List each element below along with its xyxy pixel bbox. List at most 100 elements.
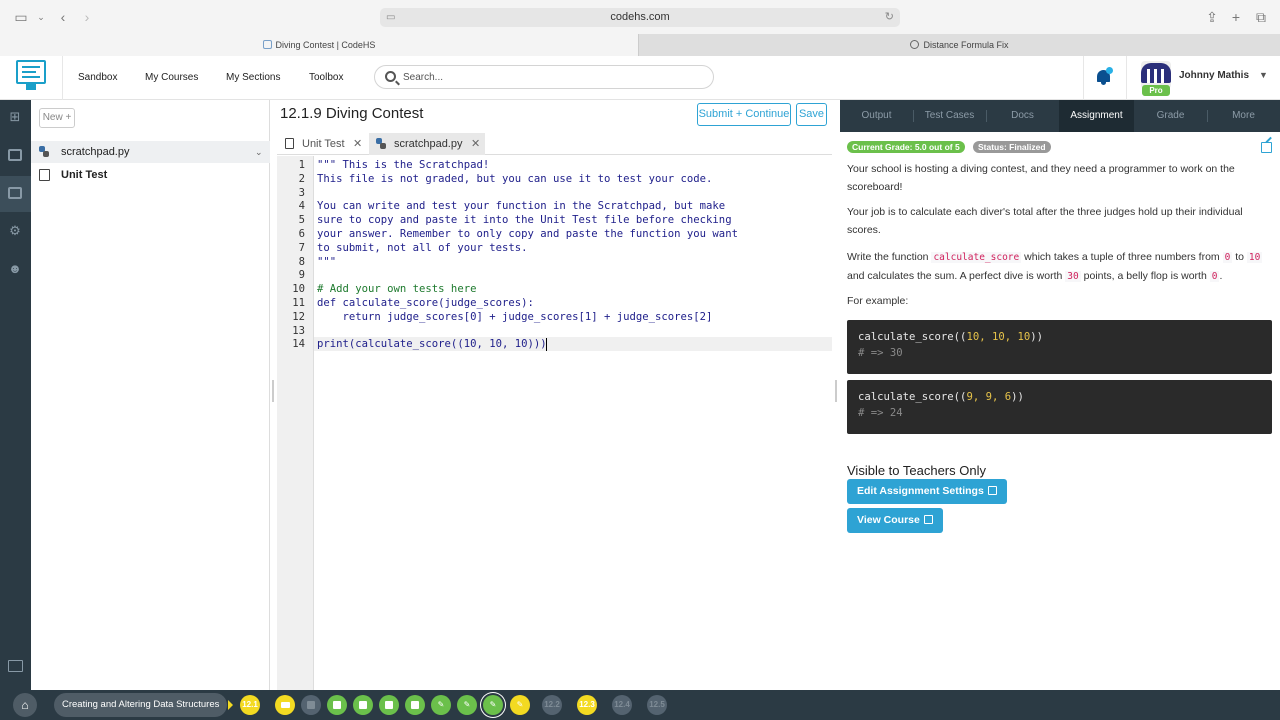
rail-settings[interactable]: ⚙ (0, 214, 31, 250)
browser-tab-distance-formula[interactable]: Distance Formula Fix (638, 34, 1280, 56)
line-number: 12 (292, 310, 305, 323)
resize-handle-left[interactable] (272, 380, 274, 402)
panel-toggle-icon[interactable] (8, 660, 23, 672)
pencil-item[interactable]: ✎ (510, 695, 530, 715)
code-line[interactable]: print(calculate_score((10, 10, 10))) (314, 337, 832, 352)
tab-test-cases[interactable]: Test Cases (913, 100, 986, 132)
exercise-item[interactable] (405, 695, 425, 715)
code-line[interactable]: # Add your own tests here (314, 282, 832, 296)
rail-calendar[interactable] (0, 138, 31, 174)
lesson-12-5[interactable]: 12.5 (647, 695, 667, 715)
file-item-scratchpad[interactable]: scratchpad.py ⌄ (31, 141, 270, 163)
current-pencil-item[interactable]: ✎ (483, 695, 503, 715)
assignment-paragraph-1: Your school is hosting a diving contest,… (847, 163, 1235, 193)
map-icon: ⊞ (9, 109, 21, 124)
pencil-item[interactable]: ✎ (457, 695, 477, 715)
avatar[interactable]: Pro (1140, 61, 1172, 96)
tab-docs[interactable]: Docs (986, 100, 1059, 132)
assignment-paragraph-3: Write the function calculate_score which… (847, 251, 1263, 282)
chevron-down-icon[interactable]: ⌄ (32, 8, 50, 26)
code-line[interactable]: def calculate_score(judge_scores): (314, 296, 832, 310)
rail-map[interactable]: ⊞ (0, 100, 31, 136)
close-icon[interactable]: ✕ (353, 133, 362, 155)
module-breadcrumb[interactable]: Creating and Altering Data Structures (54, 693, 228, 717)
code-line[interactable]: This file is not graded, but you can use… (314, 172, 832, 186)
browser-chrome: ▭ ⌄ ‹ › ▭ codehs.com ↻ ⇪ + ⧉ Diving Cont… (0, 0, 1280, 56)
nav-my-courses[interactable]: My Courses (145, 56, 198, 100)
code-line[interactable] (314, 324, 832, 338)
new-tab-icon[interactable]: + (1227, 8, 1245, 26)
forward-icon[interactable]: › (78, 8, 96, 26)
tab-unit-test[interactable]: Unit Test ✕ (277, 133, 369, 155)
sidebar-toggle-icon[interactable]: ▭ (12, 8, 30, 26)
page-title: 12.1.9 Diving Contest (280, 105, 424, 122)
tab-assignment[interactable]: Assignment (1059, 100, 1134, 132)
tab-more[interactable]: More (1207, 100, 1280, 132)
nav-sandbox[interactable]: Sandbox (78, 56, 117, 100)
external-link-icon[interactable] (1261, 142, 1272, 153)
external-link-icon (987, 486, 997, 495)
close-icon[interactable]: ✕ (471, 133, 480, 155)
line-number: 9 (298, 269, 305, 282)
video-item[interactable] (275, 695, 295, 715)
new-file-button[interactable]: New + (39, 108, 75, 128)
url-text: codehs.com (610, 11, 670, 23)
resize-handle-right[interactable] (835, 380, 837, 402)
file-item-unit-test[interactable]: Unit Test (31, 164, 270, 186)
code-line[interactable]: return judge_scores[0] + judge_scores[1]… (314, 310, 832, 324)
lesson-12-4[interactable]: 12.4 (612, 695, 632, 715)
panel-tabs: Output Test Cases Docs Assignment Grade … (840, 100, 1280, 132)
browser-tab-diving-contest[interactable]: Diving Contest | CodeHS (0, 34, 638, 56)
chevron-down-icon[interactable]: ⌄ (255, 141, 263, 163)
chevron-down-icon[interactable]: ▼ (1259, 70, 1268, 80)
exercise-item[interactable] (379, 695, 399, 715)
check-item[interactable] (301, 695, 321, 715)
lesson-12-2[interactable]: 12.2 (542, 695, 562, 715)
line-number: 4 (298, 200, 305, 213)
play-icon (228, 700, 233, 710)
save-button[interactable]: Save (796, 103, 827, 126)
rail-code[interactable] (0, 176, 31, 212)
notification-bell-icon[interactable] (1095, 67, 1113, 87)
submit-continue-button[interactable]: Submit + Continue (697, 103, 791, 126)
assignment-paragraph-2: Your job is to calculate each diver's to… (847, 206, 1243, 236)
reload-icon[interactable]: ↻ (885, 8, 894, 27)
share-icon[interactable]: ⇪ (1203, 8, 1221, 26)
pencil-item[interactable]: ✎ (431, 695, 451, 715)
line-number: 8 (298, 255, 305, 268)
code-editor[interactable]: """ This is the Scratchpad! This file is … (314, 156, 832, 690)
calendar-icon (8, 149, 22, 161)
nav-toolbox[interactable]: Toolbox (309, 56, 343, 100)
search-input[interactable] (403, 69, 703, 85)
exercise-item[interactable] (327, 695, 347, 715)
view-course-button[interactable]: View Course (847, 508, 943, 533)
document-icon (39, 169, 50, 181)
code-line[interactable]: You can write and test your function in … (314, 199, 832, 213)
nav-my-sections[interactable]: My Sections (226, 56, 280, 100)
tab-output[interactable]: Output (840, 100, 913, 132)
code-line[interactable]: your answer. Remember to only copy and p… (314, 227, 832, 241)
code-line[interactable] (314, 268, 832, 282)
tab-grade[interactable]: Grade (1134, 100, 1207, 132)
address-bar[interactable]: ▭ codehs.com ↻ (380, 8, 900, 27)
code-icon (8, 187, 22, 199)
rail-people[interactable]: ☻ (0, 252, 31, 288)
edit-assignment-settings-button[interactable]: Edit Assignment Settings (847, 479, 1007, 504)
line-number: 14 (292, 338, 305, 351)
home-icon[interactable]: ⌂ (13, 693, 37, 717)
codehs-favicon-icon (262, 40, 272, 49)
tab-overview-icon[interactable]: ⧉ (1252, 8, 1270, 26)
lesson-12-3[interactable]: 12.3 (577, 695, 597, 715)
line-number: 3 (298, 186, 305, 199)
user-name[interactable]: Johnny Mathis (1179, 56, 1249, 100)
back-icon[interactable]: ‹ (54, 8, 72, 26)
tab-scratchpad[interactable]: scratchpad.py ✕ (369, 133, 485, 155)
code-line[interactable]: sure to copy and paste it into the Unit … (314, 213, 832, 227)
code-line[interactable] (314, 186, 832, 200)
exercise-item[interactable] (353, 695, 373, 715)
lesson-12-1[interactable]: 12.1 (240, 695, 260, 715)
code-line[interactable]: """ This is the Scratchpad! (314, 158, 832, 172)
code-line[interactable]: """ (314, 255, 832, 269)
code-line[interactable]: to submit, not all of your tests. (314, 241, 832, 255)
codehs-logo[interactable] (16, 60, 46, 92)
